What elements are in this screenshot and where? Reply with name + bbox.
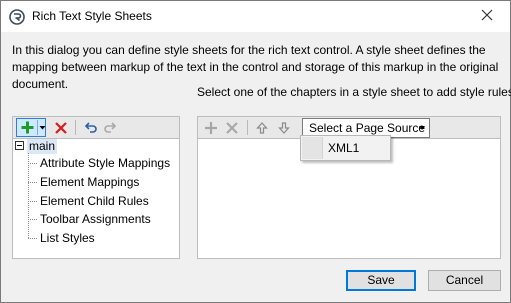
tree-item-label: Element Mappings: [40, 175, 140, 189]
chevron-down-icon: [419, 126, 425, 130]
tree-item-label: Toolbar Assignments: [40, 212, 151, 226]
add-button[interactable]: [16, 118, 46, 137]
close-button[interactable]: [464, 1, 510, 31]
tree-item-label: List Styles: [40, 231, 95, 245]
tree-item-element-child-rules[interactable]: Element Child Rules: [28, 192, 149, 210]
menu-item-xml1[interactable]: XML1: [328, 136, 359, 160]
toolbar-separator: [247, 120, 248, 135]
window-title: Rich Text Style Sheets: [32, 9, 152, 23]
arrow-down-icon[interactable]: [276, 120, 292, 136]
page-source-label: Select a Page Source: [309, 121, 426, 135]
chapter-hint: Select one of the chapters in a style sh…: [197, 85, 511, 99]
tree-item-list-styles[interactable]: List Styles: [28, 229, 95, 247]
x-icon[interactable]: [224, 120, 240, 136]
close-icon: [481, 9, 493, 24]
cancel-button[interactable]: Cancel: [428, 270, 501, 291]
page-source-menu: XML1: [300, 135, 391, 161]
undo-icon[interactable]: [83, 120, 99, 136]
tree-item-toolbar-assignments[interactable]: Toolbar Assignments: [28, 210, 151, 228]
tree-toolbar: [12, 116, 180, 138]
x-icon[interactable]: [53, 120, 69, 136]
toolbar-separator: [75, 120, 76, 135]
dialog-window: Rich Text Style Sheets In this dialog yo…: [0, 0, 511, 303]
tree-item-attribute-style-mappings[interactable]: Attribute Style Mappings: [28, 154, 170, 172]
arrow-up-icon[interactable]: [254, 120, 270, 136]
tree-root-main[interactable]: main: [27, 139, 58, 154]
redo-icon[interactable]: [102, 120, 118, 136]
tree-item-element-mappings[interactable]: Element Mappings: [28, 173, 139, 191]
tree-item-label: Element Child Rules: [40, 194, 149, 208]
app-logo-icon: [9, 9, 25, 25]
style-sheet-tree[interactable]: main Attribute Style Mappings Element Ma…: [12, 138, 180, 259]
tree-item-label: Attribute Style Mappings: [40, 156, 171, 170]
plus-icon[interactable]: [203, 120, 219, 136]
collapse-toggle[interactable]: [15, 141, 24, 150]
menu-icon-gutter: [302, 137, 323, 159]
save-button[interactable]: Save: [346, 270, 416, 291]
plus-icon: [20, 120, 35, 138]
title-bar: Rich Text Style Sheets: [1, 1, 510, 32]
add-dropdown-button[interactable]: [37, 120, 46, 135]
